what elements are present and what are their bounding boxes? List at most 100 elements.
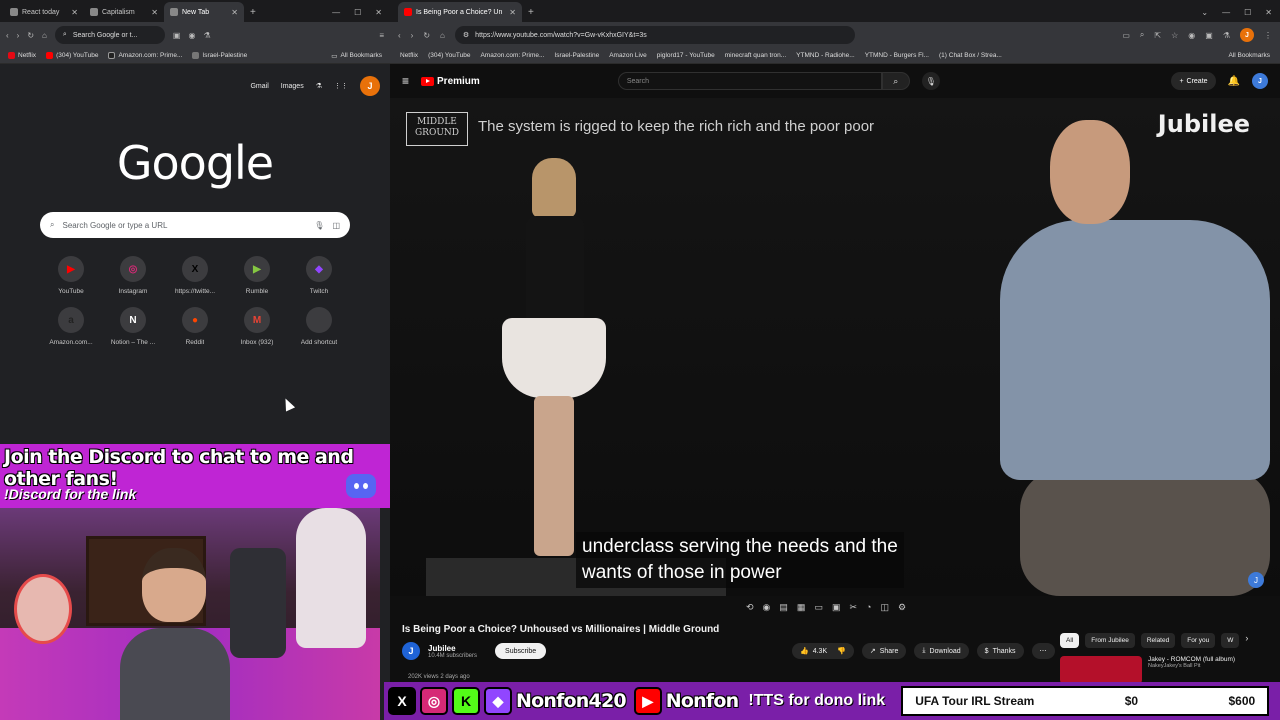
bookmark-item[interactable]: Amazon.com: Prime... (480, 52, 544, 59)
audio-icon[interactable]: ◉ (763, 602, 771, 613)
images-link[interactable]: Images (281, 83, 304, 90)
install-icon[interactable]: ▭ (1122, 31, 1130, 40)
tab-new-tab[interactable]: New Tab ✕ (164, 2, 244, 22)
clip-icon[interactable]: ✂ (849, 602, 857, 613)
bookmark-item[interactable]: Netflix (400, 52, 418, 59)
miniplayer-icon[interactable]: ▭ (814, 602, 823, 613)
mic-icon[interactable]: 🎙 (314, 221, 324, 230)
hamburger-menu-icon[interactable]: ≡ (402, 74, 409, 88)
shortcut-label: Notion – The ... (110, 339, 156, 346)
zoom-icon[interactable]: ⌕ (1140, 30, 1144, 40)
home-icon[interactable]: ⌂ (440, 31, 445, 40)
right-tab-strip: Is Being Poor a Choice? Un ✕ + ⌄ — ☐ ✕ (390, 0, 1280, 22)
shortcut-tile[interactable]: ◎ Instagram (102, 256, 164, 295)
tab-capitalism[interactable]: Capitalism ✕ (84, 2, 164, 22)
menu-icon[interactable]: ⋮ (1264, 31, 1272, 40)
bookmark-amazon[interactable]: Amazon.com: Prime... (108, 52, 182, 59)
search-button[interactable]: ⌕ (881, 72, 910, 90)
voice-search-button[interactable]: 🎙 (921, 72, 940, 90)
close-window-icon[interactable]: ✕ (1265, 8, 1272, 17)
bookmark-star-icon[interactable]: ☆ (1171, 31, 1178, 40)
close-icon[interactable]: ✕ (231, 8, 238, 17)
account-avatar[interactable]: J (1252, 73, 1268, 89)
shortcut-tile[interactable]: ● Reddit (164, 307, 226, 346)
bookmark-israel-palestine[interactable]: Israel-Palestine (192, 52, 247, 59)
close-icon[interactable]: ✕ (71, 8, 78, 17)
maximize-icon[interactable]: ☐ (354, 8, 361, 17)
video-captions: underclass serving the needs and the wan… (576, 532, 904, 588)
captions-icon[interactable]: ▤ (779, 602, 788, 613)
back-icon[interactable]: ‹ (6, 31, 9, 40)
screenshot-icon[interactable]: ◫ (880, 602, 889, 613)
channel-watermark-icon[interactable]: J (1248, 572, 1264, 588)
ntp-search-input[interactable]: ⌕ Search Google or type a URL 🎙 ◫ (40, 212, 350, 238)
profile-avatar[interactable]: J (1240, 28, 1254, 42)
right-toolbar: ‹ › ↻ ⌂ ⚙ https://www.youtube.com/watch?v… (390, 22, 1280, 48)
share-icon[interactable]: ⇱ (1154, 31, 1161, 40)
reload-icon[interactable]: ↻ (27, 31, 34, 40)
shortcut-tile[interactable]: M Inbox (932) (226, 307, 288, 346)
shortcut-label: Add shortcut (300, 339, 338, 346)
shortcut-tile[interactable]: ◆ Twitch (288, 256, 350, 295)
minimize-icon[interactable]: — (332, 8, 340, 17)
back-icon[interactable]: ‹ (398, 31, 401, 40)
extension-icon[interactable]: ◉ (1188, 31, 1195, 40)
shortcut-tile[interactable]: ▶ Rumble (226, 256, 288, 295)
new-tab-icon[interactable]: + (528, 7, 534, 18)
tab-react-today[interactable]: React today ✕ (4, 2, 84, 22)
bookmark-item[interactable]: minecraft quan tron... (725, 52, 786, 59)
bookmark-item[interactable]: piglord17 - YouTube (657, 52, 715, 59)
extension-icon[interactable]: ▣ (173, 31, 181, 40)
bookmark-item[interactable]: (1) Chat Box / Strea... (939, 52, 1002, 59)
speed-icon[interactable]: ◔ (866, 602, 871, 613)
close-window-icon[interactable]: ✕ (375, 8, 382, 17)
forward-icon[interactable]: › (17, 31, 20, 40)
bookmark-item[interactable]: All Bookmarks (1228, 52, 1270, 59)
bookmark-item[interactable]: Amazon Live (609, 52, 647, 59)
apps-grid-icon[interactable]: ⋮⋮ (334, 82, 348, 90)
shortcut-tile[interactable]: Xhttps://twitte... (164, 256, 226, 295)
bookmark-item[interactable]: YTMND - Radiohe... (796, 52, 855, 59)
settings-gear-icon[interactable]: ⚙ (898, 602, 906, 613)
minimize-icon[interactable]: — (1222, 8, 1230, 17)
avatar[interactable]: J (360, 76, 380, 96)
bookmark-youtube[interactable]: (304) YouTube (46, 52, 98, 59)
reload-icon[interactable]: ↻ (423, 31, 430, 40)
video-player[interactable]: MIDDLE GROUND The system is rigged to ke… (390, 98, 1280, 596)
youtube-search-input[interactable]: Search (617, 72, 882, 90)
gmail-link[interactable]: Gmail (250, 83, 268, 90)
omnibox[interactable]: ⌕ Search Google or t... (54, 26, 165, 44)
site-info-icon[interactable]: ⚙ (463, 31, 469, 39)
shortcut-tile[interactable]: a Amazon.com... (40, 307, 102, 346)
theater-icon[interactable]: ▣ (832, 602, 841, 613)
youtube-premium-logo[interactable]: Premium (421, 76, 480, 87)
close-icon[interactable]: ✕ (151, 8, 158, 17)
camera-icon[interactable]: ◫ (332, 221, 340, 230)
forward-icon[interactable]: › (411, 31, 414, 40)
shortcut-tile[interactable]: ▶ YouTube (40, 256, 102, 295)
tab-search-icon[interactable]: ⌄ (1201, 8, 1208, 17)
home-icon[interactable]: ⌂ (42, 31, 47, 40)
menu-icon[interactable]: ≡ (379, 31, 384, 40)
extension-icon[interactable]: ▣ (1205, 31, 1213, 40)
extension-icon[interactable]: ⚗ (203, 31, 210, 40)
bookmark-netflix[interactable]: Netflix (8, 52, 36, 59)
maximize-icon[interactable]: ☐ (1244, 8, 1251, 17)
create-button[interactable]: + Create (1171, 72, 1216, 90)
tab-youtube-video[interactable]: Is Being Poor a Choice? Un ✕ (398, 2, 522, 22)
all-bookmarks[interactable]: ▭ All Bookmarks (331, 52, 382, 60)
calendar-icon[interactable]: ▦ (797, 602, 806, 613)
bookmark-item[interactable]: Israel-Palestine (554, 52, 599, 59)
bookmark-item[interactable]: (304) YouTube (428, 52, 470, 59)
bookmark-item[interactable]: YTMND - Burgers Fl... (865, 52, 929, 59)
loop-icon[interactable]: ⟲ (746, 602, 754, 613)
address-bar[interactable]: ⚙ https://www.youtube.com/watch?v=Gw-vKxh… (454, 26, 855, 44)
close-icon[interactable]: ✕ (509, 8, 516, 17)
shortcut-tile[interactable]: + Add shortcut (288, 307, 350, 346)
extension-icon[interactable]: ◉ (188, 31, 195, 40)
new-tab-icon[interactable]: + (250, 7, 256, 18)
shortcut-tile[interactable]: N Notion – The ... (102, 307, 164, 346)
labs-icon[interactable]: ⚗ (316, 82, 322, 90)
extension-icon[interactable]: ⚗ (1223, 31, 1230, 40)
notifications-bell-icon[interactable]: 🔔 (1228, 76, 1240, 87)
